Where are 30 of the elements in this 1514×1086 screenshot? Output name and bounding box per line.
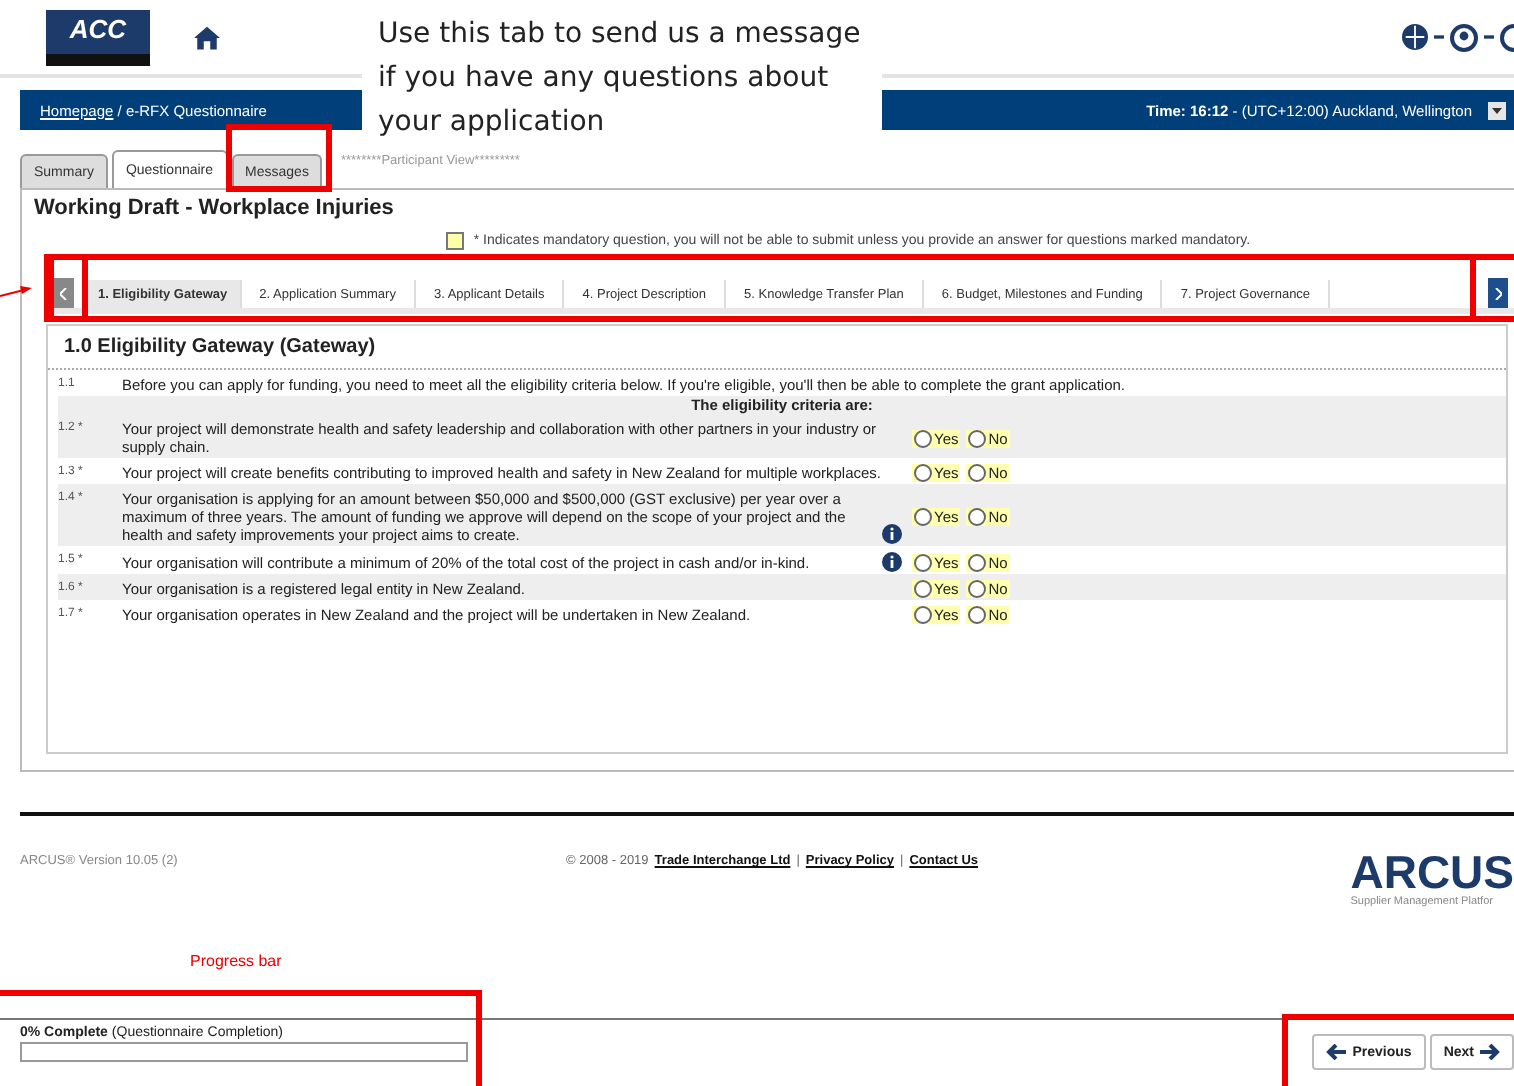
info-icon[interactable] bbox=[882, 524, 902, 544]
platform-logo: ARCUS bbox=[1350, 848, 1514, 896]
chevron-left-icon bbox=[60, 287, 68, 299]
radio-button[interactable] bbox=[968, 606, 987, 624]
radio-button[interactable] bbox=[914, 508, 932, 526]
radio-button[interactable] bbox=[914, 429, 932, 447]
info-icon[interactable] bbox=[882, 552, 902, 572]
home-icon[interactable] bbox=[194, 25, 220, 49]
radio-button[interactable] bbox=[968, 429, 987, 447]
radio-button[interactable] bbox=[914, 606, 932, 624]
logo: ACC bbox=[46, 9, 150, 65]
annotation-label: Progress bar bbox=[190, 952, 282, 970]
radio-button[interactable] bbox=[968, 508, 987, 526]
scroll-right-button[interactable] bbox=[1488, 278, 1508, 308]
radio-button[interactable] bbox=[914, 553, 932, 571]
arrow-left-icon bbox=[1326, 1044, 1347, 1060]
mandatory-swatch bbox=[445, 232, 464, 250]
arrow-right-icon bbox=[1480, 1044, 1500, 1060]
dropdown-icon[interactable] bbox=[1488, 101, 1506, 119]
page-title: Working Draft - Workplace Injuries bbox=[32, 194, 396, 224]
radio-button[interactable] bbox=[968, 580, 987, 598]
chevron-right-icon bbox=[1494, 287, 1502, 299]
highlight-frame bbox=[226, 124, 332, 192]
scroll-left-button[interactable] bbox=[54, 278, 74, 308]
section-heading: 1.0 Eligibility Gateway (Gateway) bbox=[48, 326, 1506, 370]
radio-button[interactable] bbox=[914, 464, 932, 482]
annotation-arrow bbox=[0, 284, 32, 300]
radio-button[interactable] bbox=[914, 580, 932, 598]
radio-button[interactable] bbox=[968, 464, 987, 482]
radio-button[interactable] bbox=[968, 553, 987, 571]
